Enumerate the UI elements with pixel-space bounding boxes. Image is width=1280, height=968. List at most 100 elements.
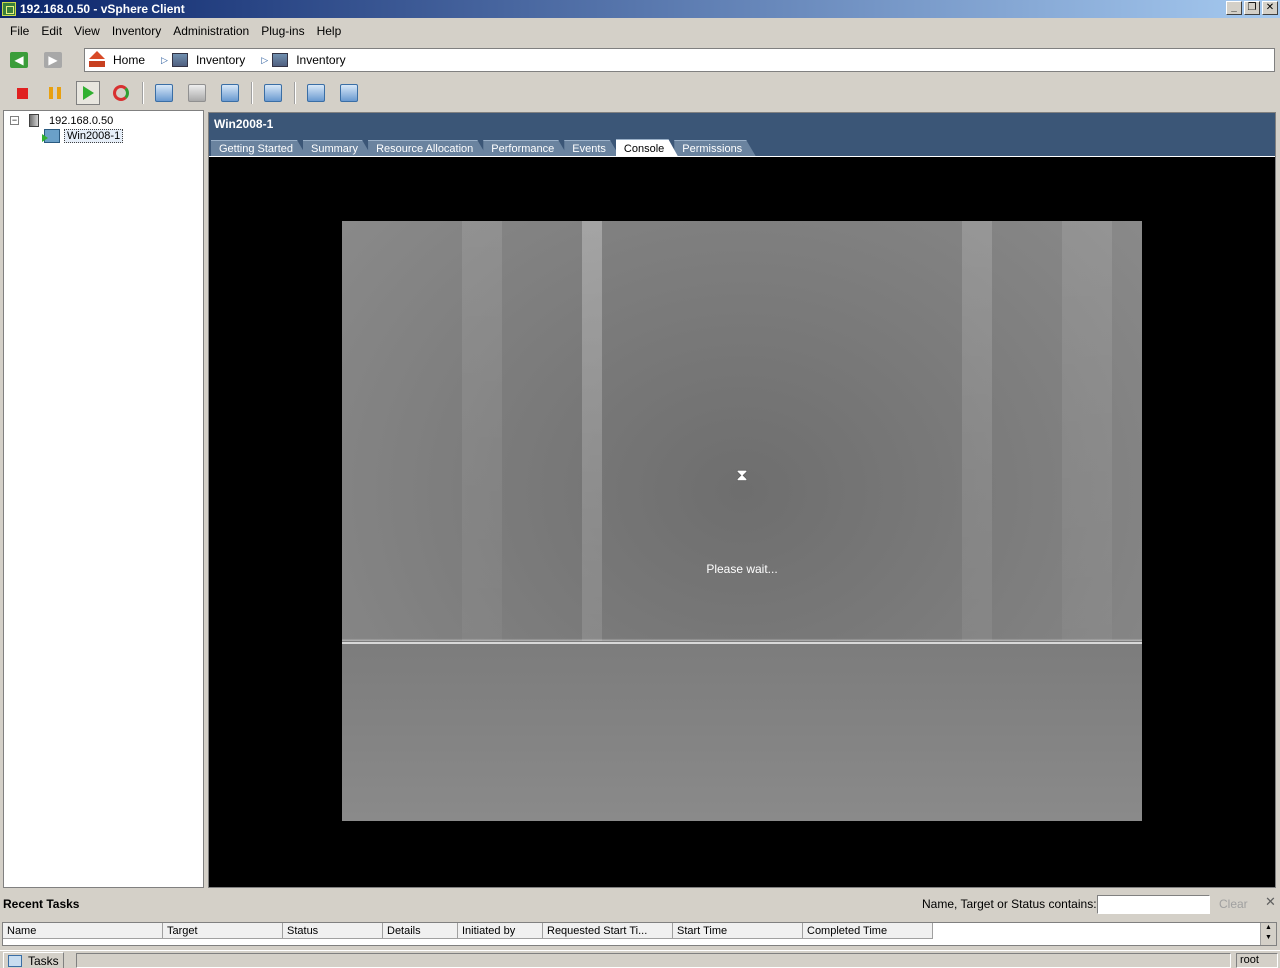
- menu-view[interactable]: View: [68, 24, 106, 38]
- edit-settings-icon: [307, 84, 325, 102]
- tree-vm-label: Win2008-1: [64, 129, 124, 143]
- play-icon: [82, 86, 94, 100]
- revert-snapshot-icon: [188, 84, 206, 102]
- refresh-icon: [113, 85, 129, 101]
- stop-icon: [16, 87, 28, 99]
- navigation-bar: ◀ ▶ Home ▷ Inventory ▷ Inventory: [0, 46, 1280, 74]
- tasks-scrollbar[interactable]: ▲ ▼: [1260, 923, 1276, 945]
- menu-inventory[interactable]: Inventory: [106, 24, 167, 38]
- tab-performance[interactable]: Performance: [483, 140, 568, 157]
- tab-permissions[interactable]: Permissions: [674, 140, 756, 157]
- vsphere-app-icon: [2, 2, 16, 16]
- toolbar-separator: [142, 82, 143, 104]
- toolbar: [0, 78, 1280, 108]
- inventory-tree: − 192.168.0.50 Win2008-1: [3, 110, 204, 888]
- main-header: Win2008-1 Getting Started Summary Resour…: [209, 113, 1275, 157]
- snapshot-manager-button[interactable]: [218, 81, 242, 105]
- host-server-icon: [29, 114, 39, 127]
- snapshot-button[interactable]: [152, 81, 176, 105]
- title-bar: 192.168.0.50 - vSphere Client _ ❐ ✕: [0, 0, 1280, 18]
- close-button[interactable]: ✕: [1262, 1, 1278, 15]
- pause-icon: [49, 87, 61, 99]
- breadcrumb-separator-icon[interactable]: ▷: [161, 55, 168, 66]
- tasks-tab[interactable]: Tasks: [3, 952, 64, 968]
- current-user: root: [1236, 953, 1278, 968]
- minimize-button[interactable]: _: [1226, 1, 1242, 15]
- home-icon: [89, 51, 105, 67]
- tree-host-row[interactable]: − 192.168.0.50: [10, 114, 113, 127]
- breadcrumb-inventory-1-label: Inventory: [195, 53, 246, 67]
- tasks-icon: [8, 954, 22, 967]
- breadcrumb-inventory-2[interactable]: Inventory: [272, 53, 346, 67]
- tree-host-label: 192.168.0.50: [49, 114, 114, 127]
- console-horizon: [342, 642, 1142, 644]
- hosts-clusters-icon: [272, 53, 289, 67]
- tab-summary[interactable]: Summary: [303, 140, 372, 157]
- filter-input[interactable]: [1097, 895, 1210, 914]
- console-button[interactable]: [261, 81, 285, 105]
- status-bar: Tasks root: [0, 950, 1280, 968]
- tab-resource-allocation[interactable]: Resource Allocation: [368, 140, 487, 157]
- snapshot-icon: [155, 84, 173, 102]
- breadcrumb-home[interactable]: Home: [89, 51, 146, 67]
- toolbar-separator: [251, 82, 252, 104]
- column-header-name[interactable]: Name: [3, 923, 163, 939]
- breadcrumb-inventory-1[interactable]: Inventory: [171, 53, 246, 67]
- tab-events[interactable]: Events: [564, 140, 620, 157]
- restore-button[interactable]: ❐: [1244, 1, 1260, 15]
- power-on-button[interactable]: [76, 81, 100, 105]
- recent-tasks-header: Recent Tasks Name, Target or Status cont…: [0, 892, 1280, 916]
- collapse-icon[interactable]: −: [10, 116, 19, 125]
- back-button[interactable]: ◀: [8, 50, 30, 70]
- power-off-button[interactable]: [10, 81, 34, 105]
- menu-help[interactable]: Help: [311, 24, 348, 38]
- breadcrumb: Home ▷ Inventory ▷ Inventory: [84, 48, 1275, 72]
- column-header-status[interactable]: Status: [283, 923, 383, 939]
- header-divider: [209, 156, 1275, 157]
- menu-file[interactable]: File: [4, 24, 35, 38]
- recent-tasks-table: Name Target Status Details Initiated by …: [2, 922, 1277, 946]
- hourglass-cursor-icon: ⧗: [736, 467, 748, 484]
- menu-edit[interactable]: Edit: [35, 24, 68, 38]
- column-header-initiated-by[interactable]: Initiated by: [458, 923, 543, 939]
- column-header-requested-start[interactable]: Requested Start Ti...: [543, 923, 673, 939]
- breadcrumb-home-label: Home: [113, 53, 146, 67]
- console-floor: [342, 641, 1142, 821]
- tab-strip: Getting Started Summary Resource Allocat…: [211, 139, 752, 157]
- menu-administration[interactable]: Administration: [167, 24, 255, 38]
- vm-console-screen[interactable]: ⧗ Please wait...: [342, 221, 1142, 821]
- suspend-button[interactable]: [43, 81, 67, 105]
- revert-snapshot-button[interactable]: [185, 81, 209, 105]
- tab-console[interactable]: Console: [616, 139, 678, 157]
- console-status-message: Please wait...: [706, 562, 778, 576]
- forward-arrow-icon: ▶: [44, 52, 62, 68]
- inventory-icon: [171, 53, 188, 67]
- menu-bar: File Edit View Inventory Administration …: [0, 20, 1280, 42]
- breadcrumb-separator-icon[interactable]: ▷: [261, 55, 268, 66]
- forward-button[interactable]: ▶: [42, 50, 64, 70]
- snapshot-manager-icon: [221, 84, 239, 102]
- migrate-icon: [340, 84, 358, 102]
- status-field: [76, 953, 1231, 968]
- edit-settings-button[interactable]: [304, 81, 328, 105]
- column-header-target[interactable]: Target: [163, 923, 283, 939]
- menu-plugins[interactable]: Plug-ins: [255, 24, 310, 38]
- main-panel: Win2008-1 Getting Started Summary Resour…: [208, 112, 1276, 888]
- close-tasks-icon[interactable]: ✕: [1265, 894, 1276, 910]
- column-header-details[interactable]: Details: [383, 923, 458, 939]
- page-title: Win2008-1: [214, 117, 274, 131]
- clear-button[interactable]: Clear: [1219, 897, 1248, 911]
- tree-vm-row[interactable]: Win2008-1: [42, 129, 124, 143]
- reset-button[interactable]: [109, 81, 133, 105]
- tab-getting-started[interactable]: Getting Started: [211, 140, 307, 157]
- migrate-button[interactable]: [337, 81, 361, 105]
- column-header-start-time[interactable]: Start Time: [673, 923, 803, 939]
- breadcrumb-inventory-2-label: Inventory: [296, 53, 346, 67]
- toolbar-separator: [294, 82, 295, 104]
- filter-dropdown[interactable]: Name, Target or Status contains: ▾: [922, 897, 1106, 911]
- back-arrow-icon: ◀: [10, 52, 28, 68]
- window-title: 192.168.0.50 - vSphere Client: [20, 2, 185, 16]
- vm-powered-on-icon: [42, 129, 60, 143]
- column-header-completed-time[interactable]: Completed Time: [803, 923, 933, 939]
- console-icon: [264, 84, 282, 102]
